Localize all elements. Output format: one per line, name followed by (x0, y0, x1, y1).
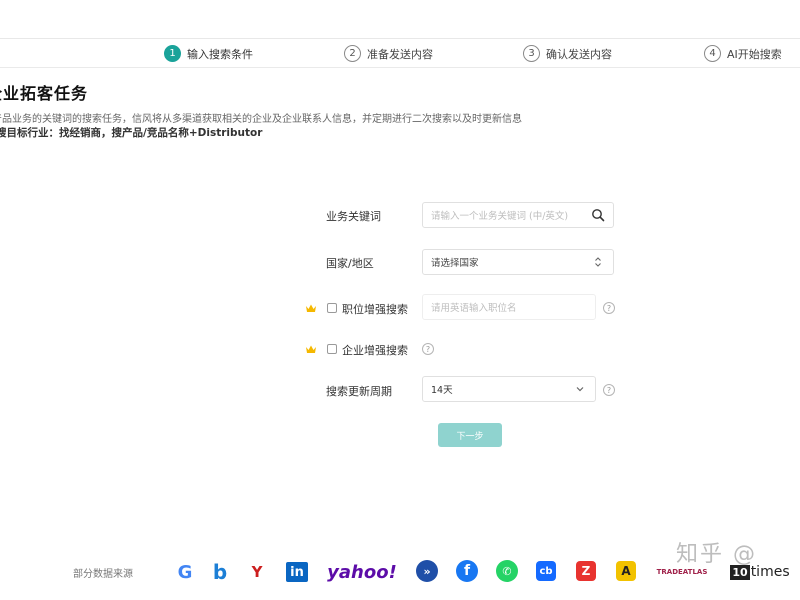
help-icon[interactable]: ? (603, 384, 615, 396)
step-1[interactable]: 1 输入搜索条件 (164, 45, 253, 62)
position-label: 职位增强搜索 (342, 303, 408, 316)
next-step-button[interactable]: 下一步 (438, 423, 502, 447)
search-icon[interactable] (591, 208, 605, 222)
yandex-logo: Y (251, 563, 263, 581)
google-logo: G (177, 561, 193, 583)
position-checkbox[interactable] (327, 303, 337, 313)
keyword-label: 业务关键词 (326, 210, 381, 223)
country-label: 国家/地区 (326, 257, 374, 270)
tradeatlas-logo: TRADEATLAS (656, 568, 708, 576)
keyword-placeholder: 请输入一个业务关键词 (中/英文) (431, 211, 569, 222)
step-3[interactable]: 3 确认发送内容 (523, 45, 612, 62)
step-number: 2 (344, 45, 361, 62)
search-tip: 搜目标行业：找经销商，搜产品/竞品名称+Distributor (0, 127, 263, 139)
whatsapp-logo: ✆ (496, 560, 518, 582)
update-period-label: 搜索更新周期 (326, 385, 392, 398)
step-2[interactable]: 2 准备发送内容 (344, 45, 433, 62)
10times-number: 10 (730, 564, 750, 580)
company-checkbox[interactable] (327, 344, 337, 354)
yahoo-logo: yahoo! (327, 561, 397, 583)
company-label: 企业增强搜索 (342, 344, 408, 357)
10times-word: times (750, 564, 790, 580)
keyword-input[interactable]: 请输入一个业务关键词 (中/英文) (422, 202, 614, 228)
apollo-logo: A (616, 561, 636, 581)
step-number: 3 (523, 45, 540, 62)
zenrows-logo: Z (576, 561, 596, 581)
sort-arrows-icon (595, 257, 601, 267)
step-label: AI开始搜索 (727, 47, 782, 61)
country-select[interactable]: 请选择国家 (422, 249, 614, 275)
crown-icon (306, 304, 316, 312)
step-number: 4 (704, 45, 721, 62)
help-icon[interactable]: ? (603, 302, 615, 314)
country-value: 请选择国家 (431, 258, 479, 269)
stepper: 1 输入搜索条件 2 准备发送内容 3 确认发送内容 4 AI开始搜索 (0, 38, 800, 68)
bing-logo: b (212, 560, 228, 584)
step-label: 准备发送内容 (367, 47, 433, 61)
update-period-value: 14天 (431, 385, 453, 396)
position-placeholder: 请用英语输入职位名 (431, 303, 517, 314)
step-4[interactable]: 4 AI开始搜索 (704, 45, 782, 62)
10times-logo: 10 times (730, 560, 790, 584)
linkedin-logo: in (286, 562, 308, 582)
step-label: 确认发送内容 (546, 47, 612, 61)
page-title: 企业拓客任务 (0, 84, 89, 103)
crunchbase-logo: cb (536, 561, 556, 581)
task-description: 产品业务的关键词的搜索任务，信风将从多渠道获取相关的企业及企业联系人信息，并定期… (0, 114, 522, 125)
crown-icon (306, 345, 316, 353)
zoominfo-logo: » (416, 560, 438, 582)
help-icon[interactable]: ? (422, 343, 434, 355)
chevron-down-icon (576, 387, 584, 392)
step-label: 输入搜索条件 (187, 47, 253, 61)
data-sources-label: 部分数据来源 (73, 569, 133, 580)
step-number: 1 (164, 45, 181, 62)
page: 1 输入搜索条件 2 准备发送内容 3 确认发送内容 4 AI开始搜索 企业拓客… (0, 0, 800, 600)
facebook-logo: f (456, 560, 478, 582)
update-period-select[interactable]: 14天 (422, 376, 596, 402)
position-input[interactable]: 请用英语输入职位名 (422, 294, 596, 320)
